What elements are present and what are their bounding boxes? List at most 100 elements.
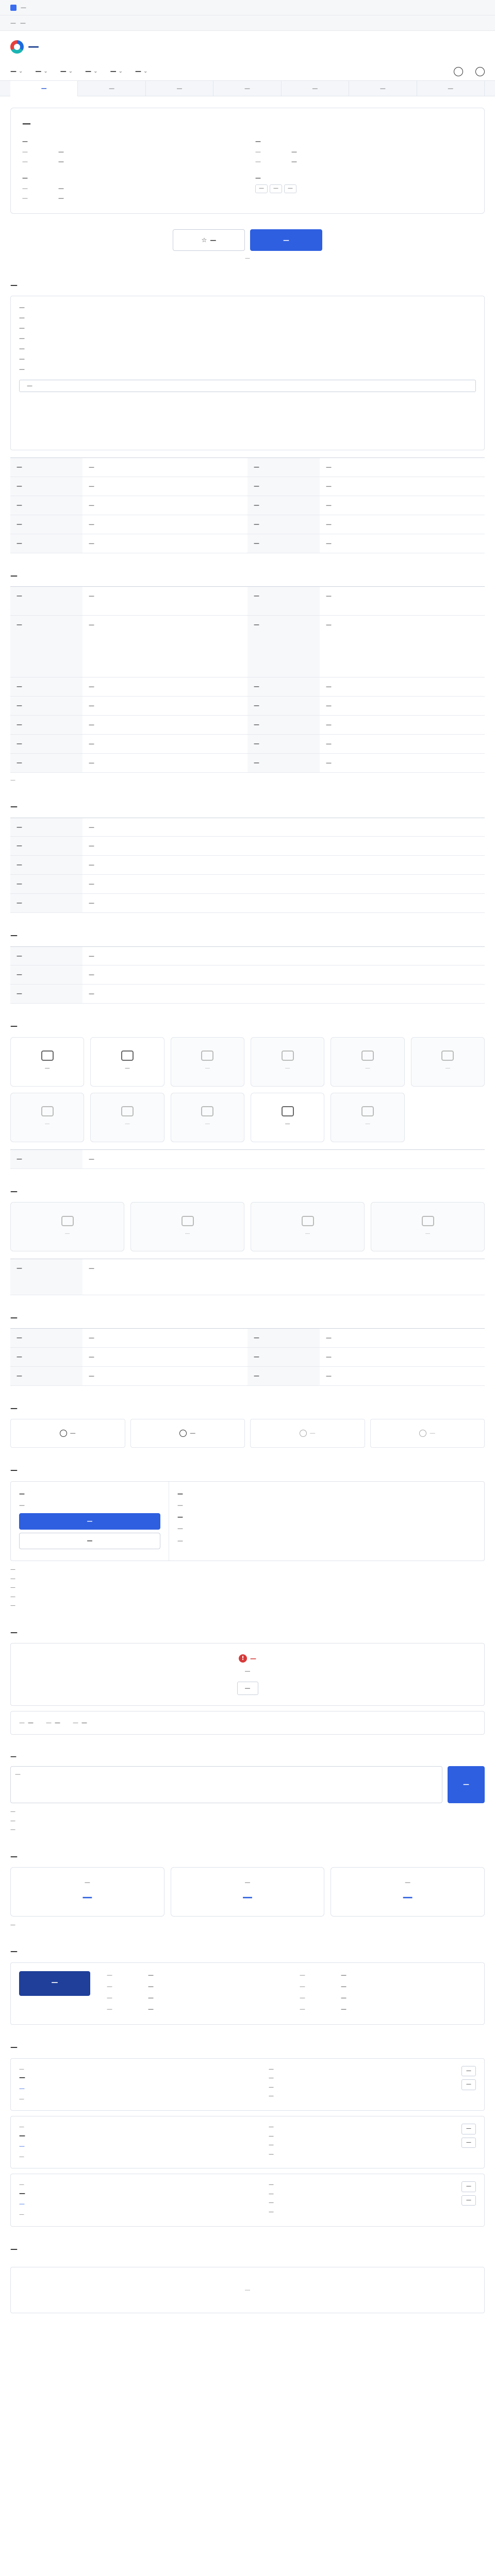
top-notice-bar: — <box>0 0 495 15</box>
job-cta-button[interactable]: — <box>461 2124 476 2134</box>
send-button[interactable]: — <box>448 1766 485 1804</box>
site-logo[interactable]: — <box>10 39 39 55</box>
apply-value: — <box>19 1501 25 1509</box>
job-title[interactable]: — <box>19 2073 262 2082</box>
row-value: — <box>82 534 248 553</box>
bookmark-button[interactable]: ☆ — <box>173 229 245 251</box>
stat-value: — <box>402 1891 413 1904</box>
row-value: — <box>82 855 485 875</box>
row-value: — <box>320 715 485 735</box>
section-disability: — — — — — — — <box>10 1187 485 1295</box>
contact-info: — — — — — — <box>10 1710 485 1735</box>
job-meta: — <box>269 2191 274 2197</box>
form-download-button[interactable]: — <box>19 1533 160 1550</box>
job-title[interactable]: — <box>19 2189 262 2198</box>
summary-value: — <box>291 148 297 155</box>
disability-grid: — — — — <box>10 1201 485 1251</box>
tab-5[interactable]: — <box>282 81 350 96</box>
tab-3[interactable]: — <box>146 81 214 96</box>
notice-link-1[interactable]: — <box>10 19 16 27</box>
primary-actions: ☆ — — <box>10 229 485 251</box>
welfare-icon <box>361 1106 374 1117</box>
section-recent: — — <box>10 2244 485 2314</box>
job-cta-button[interactable]: — <box>461 2181 476 2192</box>
apply-note: — <box>10 1575 15 1582</box>
job-meta: — <box>269 2151 274 2157</box>
job-cta-button[interactable]: — <box>461 2065 476 2077</box>
summary-block-2: — — — — — <box>255 138 473 167</box>
welfare-label: — <box>44 1065 50 1072</box>
search-icon[interactable] <box>454 67 463 76</box>
apply-button[interactable]: — <box>250 229 322 251</box>
welfare-label: — <box>124 1065 130 1072</box>
contact-key: — <box>19 1719 25 1726</box>
row-value: — <box>82 734 248 754</box>
nav-item-4[interactable]: — <box>85 67 97 76</box>
row-key: — <box>248 457 320 477</box>
row-key: — <box>248 586 320 616</box>
tab-1[interactable]: — <box>10 81 78 96</box>
job-card[interactable]: — — — — — — — — — — <box>10 2058 485 2111</box>
row-value: — <box>82 696 248 716</box>
logo-mark-icon <box>10 40 24 54</box>
summary-value: — <box>58 158 64 165</box>
summary-label-1: — <box>22 138 28 145</box>
welfare-item: — <box>90 1092 164 1142</box>
bookmark-label: — <box>210 236 217 244</box>
job-card[interactable]: — — — — — — — — — — <box>10 2174 485 2227</box>
conditions-table: — — — — — — — — — — — — — — — — — — — — — — — — — — — — <box>10 586 485 773</box>
summary-chip: — <box>255 184 268 193</box>
row-key: — <box>10 715 82 735</box>
welfare-icon <box>201 1106 214 1117</box>
tab-6[interactable]: — <box>349 81 417 96</box>
section-recruit: — — — — — — — — — — — — — — — — — — — — — — — — — — —… <box>10 280 485 553</box>
nav-item-1[interactable]: — <box>10 67 23 76</box>
summary-key: — <box>255 148 261 155</box>
row-key: — <box>10 677 82 697</box>
summary-label-3: — <box>22 175 28 182</box>
nav-item-2[interactable]: — <box>35 67 47 76</box>
row-value: — <box>82 836 485 856</box>
section-stats: — — — — — — — — <box>10 1852 485 1929</box>
job-cta-button[interactable]: — <box>461 2195 476 2206</box>
more-button[interactable]: — <box>19 379 476 392</box>
job-company[interactable]: — <box>19 2200 262 2208</box>
apply-value: — <box>177 1525 183 1532</box>
apply-label: — <box>19 1490 25 1497</box>
company-value: — <box>341 2005 346 2012</box>
inquiry-textarea[interactable] <box>10 1766 442 1804</box>
welfare-label: — <box>285 1121 290 1127</box>
nav-item-6[interactable]: — <box>135 67 147 76</box>
row-value: — <box>82 984 485 1004</box>
tab-2[interactable]: — <box>78 81 146 96</box>
job-card[interactable]: — — — — — — — — — — <box>10 2116 485 2169</box>
welfare-label: — <box>44 1121 50 1127</box>
job-company[interactable]: — <box>19 2142 262 2150</box>
menu-icon[interactable] <box>475 67 485 76</box>
warning-button[interactable]: — <box>237 1681 258 1695</box>
tab-4[interactable]: — <box>213 81 282 96</box>
notice-link-2[interactable]: — <box>20 19 26 27</box>
section-workplace: — — — — — — — — — — — — — <box>10 1313 485 1386</box>
disability-table: — — <box>10 1258 485 1295</box>
row-key: — <box>248 477 320 496</box>
welfare-item: — <box>331 1092 405 1142</box>
job-title[interactable]: — <box>19 2131 262 2140</box>
online-apply-button[interactable]: — <box>19 1513 160 1530</box>
company-value: — <box>148 1994 154 2001</box>
job-sub: — <box>19 2212 24 2218</box>
job-cta-button[interactable]: — <box>461 2137 476 2148</box>
section-title: — <box>10 1752 16 1760</box>
tab-7[interactable]: — <box>417 81 485 96</box>
nav-item-3[interactable]: — <box>60 67 73 76</box>
stat-card: — — <box>170 1867 325 1917</box>
company-value: — <box>341 1994 346 2001</box>
job-company[interactable]: — <box>19 2084 262 2093</box>
description-line: — <box>19 324 25 331</box>
job-cta-button[interactable]: — <box>461 2079 476 2090</box>
section-title: — <box>10 931 18 940</box>
nav-item-5[interactable]: — <box>110 67 123 76</box>
row-value: — <box>320 615 485 678</box>
welfare-item: — <box>170 1092 244 1142</box>
row-key: — <box>248 1328 320 1348</box>
